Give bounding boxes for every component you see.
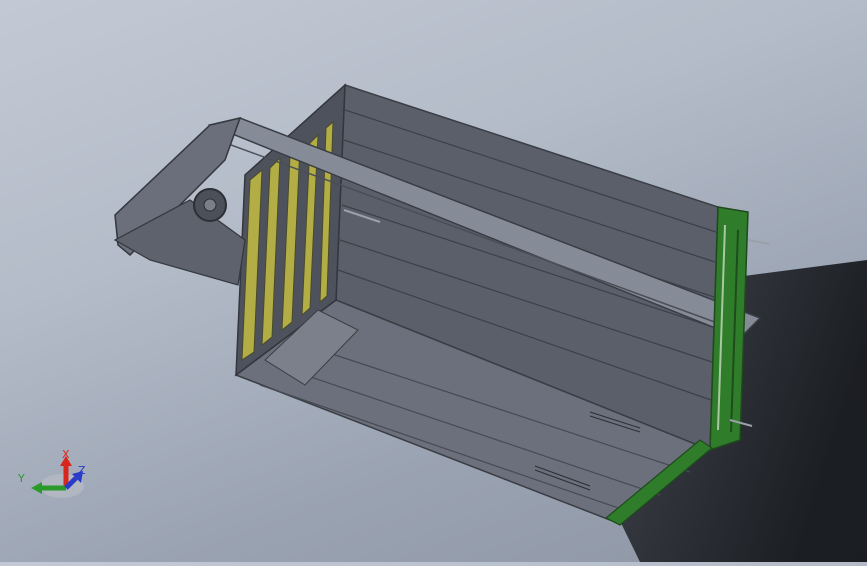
machine-assembly-render[interactable] xyxy=(0,0,867,562)
x-axis-label: X xyxy=(62,448,70,461)
y-axis-label: Y xyxy=(17,472,25,485)
3d-model-viewport[interactable] xyxy=(0,0,867,562)
z-axis-label: Z xyxy=(78,464,86,477)
orientation-triad: X Y Z xyxy=(14,446,104,516)
